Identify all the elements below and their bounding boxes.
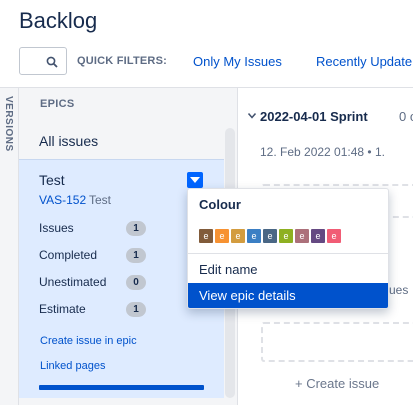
stat-issues-badge: 1 — [126, 221, 146, 236]
search-icon — [46, 56, 58, 68]
menu-item-edit-name[interactable]: Edit name — [188, 257, 388, 283]
create-issue-in-epic-link[interactable]: Create issue in epic — [40, 335, 137, 347]
versions-tab-label[interactable]: VERSIONS — [3, 96, 14, 152]
colour-swatch[interactable]: e — [279, 229, 293, 243]
quick-filters-label: QUICK FILTERS: — [77, 55, 167, 67]
chevron-down-icon — [190, 177, 200, 183]
epic-key-link[interactable]: VAS-152 — [39, 193, 86, 207]
menu-divider — [188, 253, 388, 254]
colour-swatch[interactable]: e — [327, 229, 341, 243]
stat-issues-label: Issues — [39, 221, 74, 235]
colour-swatch[interactable]: e — [199, 229, 213, 243]
colour-swatch[interactable]: e — [247, 229, 261, 243]
epic-filter-all-issues[interactable]: All issues — [19, 124, 219, 158]
linked-pages-link[interactable]: Linked pages — [40, 360, 105, 372]
colour-swatch[interactable]: e — [263, 229, 277, 243]
colour-swatch[interactable]: e — [311, 229, 325, 243]
backlog-dropzone — [261, 322, 413, 362]
stat-unestimated-label: Unestimated — [39, 275, 107, 289]
sprint-issue-count: 0 of — [399, 109, 413, 124]
backlog-issues-label: ues — [389, 283, 409, 297]
colour-swatch[interactable]: e — [215, 229, 229, 243]
page-title: Backlog — [19, 8, 98, 33]
quick-filter-recently-updated[interactable]: Recently Update — [316, 54, 412, 69]
quick-filter-only-my-issues[interactable]: Only My Issues — [193, 54, 282, 69]
epic-actions-menu: Colour eeeeeeeee Edit name View epic det… — [187, 188, 389, 309]
colour-swatch[interactable]: e — [231, 229, 245, 243]
colour-swatch[interactable]: e — [295, 229, 309, 243]
stat-unestimated-badge: 0 — [126, 275, 146, 290]
search-input[interactable] — [19, 47, 67, 75]
stat-estimate-badge: 1 — [126, 302, 146, 317]
create-issue-button[interactable]: + Create issue — [295, 376, 379, 391]
epic-progress-bar — [39, 385, 204, 390]
stat-estimate-label: Estimate — [39, 302, 86, 316]
stat-completed-badge: 1 — [126, 248, 146, 263]
epic-name: Test — [39, 172, 65, 188]
colour-swatches: eeeeeeeee — [199, 229, 341, 243]
stat-completed-label: Completed — [39, 248, 98, 262]
epics-header: EPICS — [40, 98, 75, 110]
sprint-title[interactable]: 2022-04-01 Sprint — [260, 109, 368, 124]
chevron-down-icon[interactable] — [248, 113, 256, 119]
sprint-meta: 12. Feb 2022 01:48 • 1. — [260, 145, 385, 159]
epic-key-name: Test — [89, 193, 112, 207]
epic-actions-dropdown[interactable] — [187, 172, 203, 188]
colour-heading: Colour — [199, 197, 241, 212]
menu-item-view-epic-details[interactable]: View epic details — [188, 283, 388, 308]
